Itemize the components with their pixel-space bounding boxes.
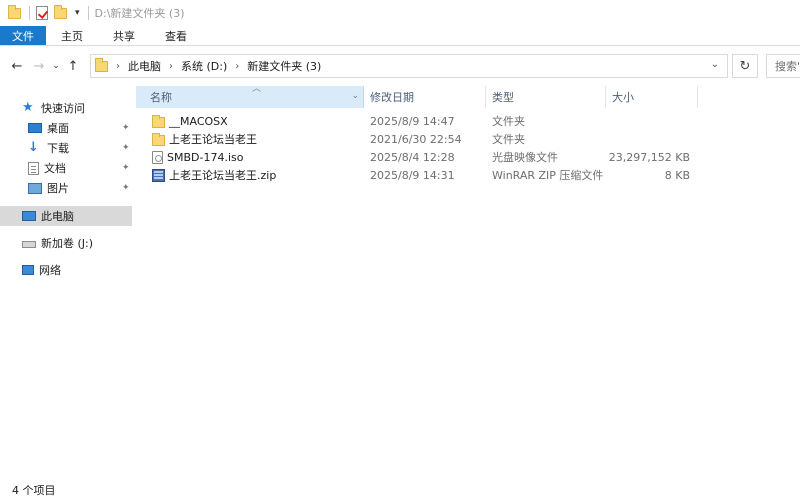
tab-view[interactable]: 查看 [150,26,202,45]
sidebar-item-label: 图片 [47,182,69,195]
navigation-bar: ← → ⌄ ↑ › 此电脑 › 系统 (D:) › 新建文件夹 (3) ⌄ ↻ … [0,52,800,80]
sidebar-item-network[interactable]: 网络 [0,260,132,280]
desktop-icon [28,123,42,133]
file-date: 2025/8/9 14:47 [370,114,455,128]
pictures-icon [28,182,42,194]
document-icon [28,161,39,175]
file-name-cell: __MACOSX [136,114,364,128]
chevron-down-icon[interactable]: ⌄ [351,91,359,101]
new-folder-icon[interactable] [54,4,67,19]
sidebar-item-pictures[interactable]: 图片 ✦ [0,178,132,198]
chevron-down-icon[interactable]: ⌄ [50,55,62,77]
pin-icon: ✦ [122,163,130,173]
arrow-left-icon[interactable]: ← [6,55,28,77]
file-name-cell: 上老王论坛当老王 [136,131,364,147]
sidebar-item-downloads[interactable]: ↓ 下载 ✦ [0,138,132,158]
chevron-right-icon[interactable]: › [235,61,239,72]
column-header-name[interactable]: ︿ 名称 ⌄ [136,84,364,108]
tab-home[interactable]: 主页 [46,26,98,45]
sidebar-item-quick-access[interactable]: ★ 快速访问 [0,98,132,118]
window-title: D:\新建文件夹 (3) [94,7,185,20]
address-bar[interactable]: › 此电脑 › 系统 (D:) › 新建文件夹 (3) ⌄ [90,54,728,78]
sidebar-item-label: 新加卷 (J:) [41,237,94,250]
title-bar: ▾ D:\新建文件夹 (3) [0,0,800,26]
chevron-right-icon[interactable]: › [169,61,173,72]
file-type: 文件夹 [492,115,525,128]
file-name: 上老王论坛当老王 [169,133,257,146]
pin-icon: ✦ [122,143,130,153]
tab-file[interactable]: 文件 [0,26,46,45]
breadcrumb-current-folder[interactable]: 新建文件夹 (3) [247,58,321,74]
breadcrumb-this-pc[interactable]: 此电脑 [128,58,161,74]
sidebar-item-label: 网络 [39,264,61,277]
drive-icon [22,241,36,248]
navigation-pane: ★ 快速访问 桌面 ✦ ↓ 下载 ✦ 文档 ✦ 图片 ✦ 此电脑 新加卷 (J:… [0,86,134,478]
sidebar-item-label: 快速访问 [41,102,85,115]
pin-icon: ✦ [122,183,130,193]
folder-icon [8,4,21,19]
file-type: 光盘映像文件 [492,151,558,164]
table-row[interactable]: 上老王论坛当老王.zip 2025/8/9 14:31 WinRAR ZIP 压… [136,166,698,184]
file-type: 文件夹 [492,133,525,146]
breadcrumb-drive-d[interactable]: 系统 (D:) [181,58,227,74]
folder-icon [95,57,108,72]
sidebar-item-label: 桌面 [47,122,69,135]
file-name-cell: SMBD-174.iso [136,150,364,164]
file-size: 8 KB [664,168,690,182]
winrar-archive-icon [152,168,165,182]
search-input[interactable]: 搜索"新建文件夹 (3)" [766,54,800,78]
file-size: 23,297,152 KB [608,150,690,164]
file-list: __MACOSX 2025/8/9 14:47 文件夹 上老王论坛当老王 202… [136,112,698,184]
pin-icon: ✦ [122,123,130,133]
chevron-right-icon[interactable]: › [116,61,120,72]
column-header-size[interactable]: 大小 [606,86,698,108]
quick-access-separator [29,6,30,20]
sort-ascending-icon: ︿ [252,84,262,94]
disc-image-icon [152,150,163,164]
title-separator [87,6,89,20]
table-row[interactable]: __MACOSX 2025/8/9 14:47 文件夹 [136,112,698,130]
download-icon: ↓ [28,140,39,155]
sidebar-item-drive-j[interactable]: 新加卷 (J:) [0,233,132,253]
file-list-header: ︿ 名称 ⌄ 修改日期 类型 大小 [136,84,698,108]
file-name-cell: 上老王论坛当老王.zip [136,167,364,183]
file-date: 2021/6/30 22:54 [370,132,462,146]
properties-check-icon[interactable] [36,6,48,20]
ribbon-tabs: 文件 主页 共享 查看 [0,26,800,46]
sidebar-item-this-pc[interactable]: 此电脑 [0,206,132,226]
file-name: SMBD-174.iso [167,150,244,164]
folder-icon [152,132,165,146]
sidebar-item-label: 此电脑 [41,210,74,223]
arrow-right-icon[interactable]: → [28,55,50,77]
column-header-type[interactable]: 类型 [486,86,606,108]
column-header-date[interactable]: 修改日期 [364,86,486,108]
computer-icon [22,211,36,221]
file-name: __MACOSX [169,114,228,128]
sidebar-item-label: 文档 [44,162,66,175]
column-header-label: 名称 [150,91,172,104]
customize-dropdown-icon[interactable]: ▾ [75,8,80,18]
table-row[interactable]: 上老王论坛当老王 2021/6/30 22:54 文件夹 [136,130,698,148]
star-icon: ★ [22,100,34,115]
file-name: 上老王论坛当老王.zip [169,169,277,182]
file-date: 2025/8/4 12:28 [370,150,455,164]
sidebar-item-documents[interactable]: 文档 ✦ [0,158,132,178]
tab-share[interactable]: 共享 [98,26,150,45]
status-bar: 4 个项目 [0,480,800,500]
arrow-up-icon[interactable]: ↑ [62,55,84,77]
file-type: WinRAR ZIP 压缩文件 [492,169,604,182]
refresh-icon[interactable]: ↻ [732,54,758,78]
item-count: 4 个项目 [12,484,56,497]
sidebar-item-label: 下载 [47,142,69,155]
network-icon [22,265,34,275]
table-row[interactable]: SMBD-174.iso 2025/8/4 12:28 光盘映像文件 23,29… [136,148,698,166]
file-date: 2025/8/9 14:31 [370,168,455,182]
folder-icon [152,114,165,128]
sidebar-item-desktop[interactable]: 桌面 ✦ [0,118,132,138]
address-dropdown-icon[interactable]: ⌄ [711,59,719,70]
